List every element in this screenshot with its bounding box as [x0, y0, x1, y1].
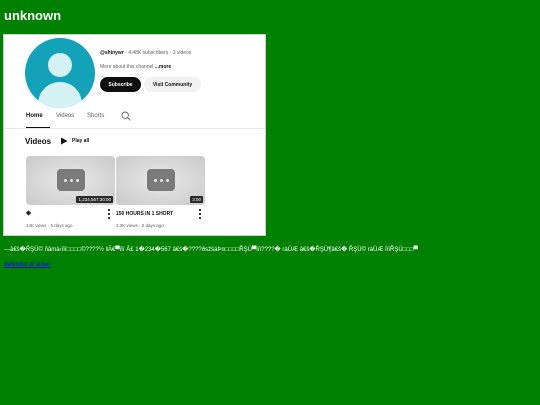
- channel-stats: · 4.48K subscribers · 3 videos: [123, 50, 192, 56]
- tab-videos[interactable]: Videos: [56, 113, 74, 119]
- channel-avatar[interactable]: [25, 38, 95, 108]
- channel-handle[interactable]: @shinywr: [100, 50, 124, 56]
- garbled-text: —â€š�ŘŞÜ© ñâmà‹ïïï□□□□©????½ ‖Ã€▀ïïï Â£ …: [4, 247, 418, 253]
- visit-community-button[interactable]: Visit Community: [144, 77, 201, 92]
- tab-home[interactable]: Home: [26, 113, 43, 119]
- avatar-body-shape: [38, 82, 82, 108]
- video-meta: 14K views · 5 days ago: [26, 223, 73, 228]
- tabs-divider: [4, 128, 265, 129]
- more-horiz-icon: [57, 169, 85, 191]
- play-all-button[interactable]: Play all: [60, 137, 89, 145]
- about-text: More about this channel: [100, 64, 155, 70]
- play-all-label: Play all: [72, 138, 90, 144]
- video-title[interactable]: 150 HOURS IN 1 SHORT: [116, 211, 173, 217]
- subscribe-button[interactable]: Subscribe: [100, 77, 141, 92]
- channel-card: @shinywr · 4.48K subscribers · 3 videos …: [3, 34, 266, 236]
- videos-section-heading[interactable]: Videos: [25, 137, 51, 146]
- video-thumbnail[interactable]: 1,234,567:30:00: [26, 156, 115, 205]
- channel-meta: @shinywr · 4.48K subscribers · 3 videos: [100, 50, 191, 56]
- search-icon[interactable]: [121, 111, 131, 121]
- video-title[interactable]: �: [26, 211, 31, 217]
- video-thumbnail[interactable]: 3:00: [116, 156, 205, 205]
- video-duration: 3:00: [190, 196, 203, 203]
- avatar-head-shape: [48, 53, 72, 77]
- defender-of-video-link[interactable]: defender of video: [4, 262, 50, 268]
- video-duration: 1,234,567:30:00: [76, 196, 113, 203]
- video-meta: 3.3K views · 2 days ago: [116, 223, 164, 228]
- tab-shorts[interactable]: Shorts: [87, 113, 104, 119]
- page-title: unknown: [4, 8, 62, 23]
- channel-about[interactable]: More about this channel ...more: [100, 64, 171, 70]
- more-vert-icon[interactable]: [198, 209, 202, 219]
- more-horiz-icon: [147, 169, 175, 191]
- more-vert-icon[interactable]: [107, 209, 111, 219]
- about-more-link[interactable]: ...more: [155, 64, 171, 70]
- play-icon: [61, 137, 68, 145]
